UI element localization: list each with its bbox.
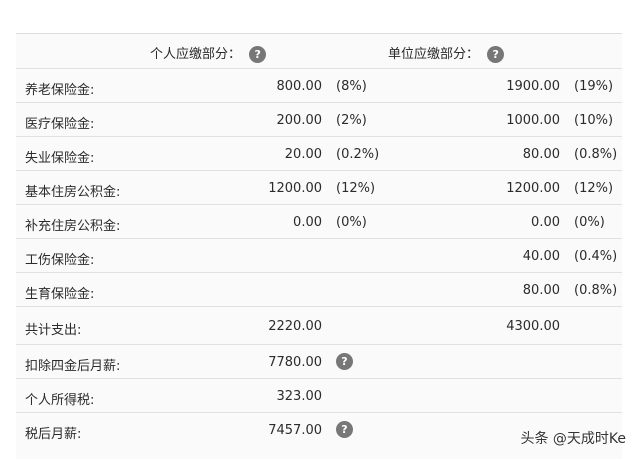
net-salary-label: 税后月薪:: [25, 427, 82, 442]
personal-value: 1200.00: [268, 181, 322, 196]
personal-value: 0.00: [293, 215, 322, 230]
company-percent: (19%): [574, 79, 614, 94]
after-deduction-row: 扣除四金后月薪: 7780.00 ?: [16, 345, 622, 379]
table-row: 补充住房公积金: 0.00 (0%) 0.00 (0%): [16, 205, 622, 239]
income-tax-value: 323.00: [276, 389, 323, 404]
personal-value: 20.00: [284, 147, 322, 162]
income-tax-row: 个人所得税: 323.00: [16, 379, 622, 413]
personal-value: 800.00: [276, 79, 323, 94]
net-salary-value: 7457.00: [268, 423, 322, 438]
company-value: 0.00: [531, 215, 560, 230]
net-salary-help-icon[interactable]: ?: [336, 421, 353, 438]
table-row: 失业保险金: 20.00 (0.2%) 80.00 (0.8%): [16, 137, 622, 171]
company-help-icon[interactable]: ?: [487, 46, 505, 63]
row-label: 补充住房公积金:: [25, 219, 121, 234]
company-percent: (10%): [574, 113, 614, 128]
company-percent: (0.4%): [574, 249, 618, 264]
row-label: 医疗保险金:: [25, 117, 95, 132]
company-value: 1000.00: [506, 113, 560, 128]
income-tax-label: 个人所得税:: [25, 393, 95, 408]
personal-percent: (0%): [336, 215, 367, 230]
personal-percent: (0.2%): [336, 147, 380, 162]
personal-total: 2220.00: [268, 319, 322, 334]
personal-help-icon[interactable]: ?: [249, 46, 267, 63]
company-percent: (12%): [574, 181, 614, 196]
table-row: 生育保险金: 80.00 (0.8%): [16, 273, 622, 307]
company-value: 80.00: [522, 147, 560, 162]
company-value: 1900.00: [506, 79, 560, 94]
company-value: 1200.00: [506, 181, 560, 196]
after-deduction-help-icon[interactable]: ?: [336, 353, 353, 370]
company-percent: (0.8%): [574, 283, 618, 298]
personal-percent: (2%): [336, 113, 367, 128]
company-percent: (0.8%): [574, 147, 618, 162]
company-percent: (0%): [574, 215, 605, 230]
row-label: 失业保险金:: [25, 151, 95, 166]
row-label: 养老保险金:: [25, 83, 95, 98]
personal-percent: (12%): [336, 181, 376, 196]
personal-percent: (8%): [336, 79, 367, 94]
row-label: 生育保险金:: [25, 287, 95, 302]
row-label: 工伤保险金:: [25, 253, 95, 268]
company-column-header: 单位应缴部分： ?: [388, 43, 505, 63]
watermark: 头条 @天成时Ke: [520, 431, 626, 447]
after-deduction-label: 扣除四金后月薪:: [25, 359, 121, 374]
table-header: 个人应缴部分： ? 单位应缴部分： ?: [16, 34, 622, 69]
table-row: 基本住房公积金: 1200.00 (12%) 1200.00 (12%): [16, 171, 622, 205]
company-total: 4300.00: [506, 319, 560, 334]
company-header-label: 单位应缴部分：: [388, 47, 480, 62]
company-value: 80.00: [522, 283, 560, 298]
company-value: 40.00: [522, 249, 560, 264]
table-row: 工伤保险金: 40.00 (0.4%): [16, 239, 622, 273]
table-row: 养老保险金: 800.00 (8%) 1900.00 (19%): [16, 69, 622, 103]
totals-label: 共计支出:: [25, 323, 82, 338]
after-deduction-value: 7780.00: [268, 355, 322, 370]
personal-value: 200.00: [276, 113, 323, 128]
row-label: 基本住房公积金:: [25, 185, 121, 200]
totals-row: 共计支出: 2220.00 4300.00: [16, 307, 622, 345]
salary-breakdown-table: 个人应缴部分： ? 单位应缴部分： ? 养老保险金: 800.00 (8%) 1…: [16, 33, 622, 459]
personal-column-header: 个人应缴部分： ?: [150, 43, 267, 63]
personal-header-label: 个人应缴部分：: [150, 47, 242, 62]
table-row: 医疗保险金: 200.00 (2%) 1000.00 (10%): [16, 103, 622, 137]
